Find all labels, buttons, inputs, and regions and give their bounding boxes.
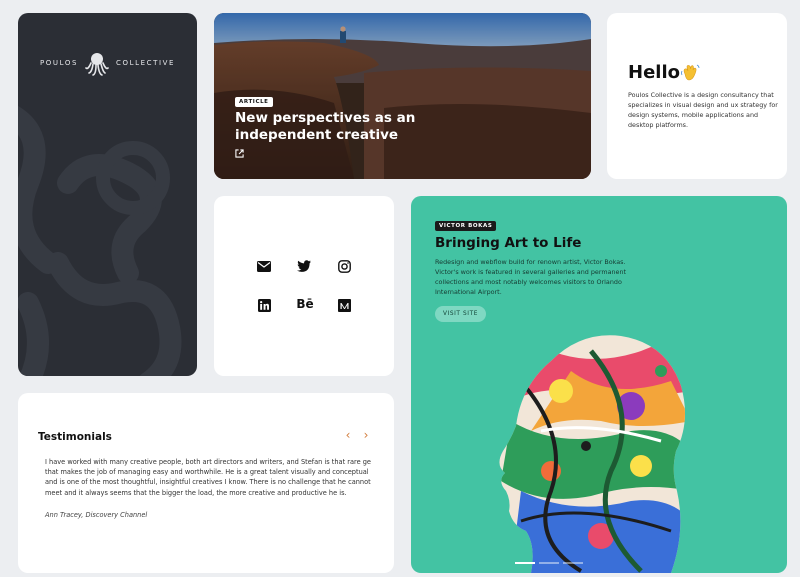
carousel-dot[interactable] [539,562,559,564]
article-tag: ARTICLE [235,97,273,107]
article-title[interactable]: New perspectives as an independent creat… [235,110,435,144]
hello-description: Poulos Collective is a design consultanc… [628,91,778,129]
brand-name-left: POULOS [39,59,78,67]
chevron-right-icon[interactable]: › [360,429,372,441]
mail-icon[interactable] [257,259,271,273]
waving-hand-icon [681,64,700,81]
carousel-dot[interactable] [563,562,583,564]
behance-icon[interactable]: Bē [296,297,314,311]
testimonial-quote: I have worked with many creative people,… [45,458,371,497]
chevron-left-icon[interactable]: ‹ [342,429,354,441]
linkedin-icon[interactable] [257,298,271,312]
hello-card: Hello Poulos Collective is a design cons… [607,13,787,179]
medium-icon[interactable] [337,298,351,312]
testimonials-card: Testimonials ‹ › I have worked with many… [18,393,394,573]
visit-site-button[interactable]: VISIT SITE [435,306,486,322]
victor-description: Redesign and webflow build for renown ar… [435,258,627,296]
twitter-icon[interactable] [297,259,311,273]
testimonial-author: Ann Tracey, Discovery Channel [45,511,148,519]
instagram-icon[interactable] [337,259,351,273]
carousel-indicators[interactable] [515,562,583,564]
victor-title: Bringing Art to Life [435,235,582,251]
carousel-dot[interactable] [515,562,535,564]
brand-card: POULOS COLLECTIVE [18,13,197,376]
hello-title: Hello [628,62,680,83]
social-card: Bē [214,196,394,376]
external-link-icon[interactable] [235,149,244,158]
brand-name-right: COLLECTIVE [116,59,176,67]
victor-bokas-card: VICTOR BOKAS Bringing Art to Life Redesi… [411,196,787,573]
victor-tag: VICTOR BOKAS [435,221,497,231]
canyon-photo [214,13,591,179]
octopus-watermark [18,106,182,376]
painted-head-artwork [499,335,686,573]
article-card[interactable]: ARTICLE New perspectives as an independe… [214,13,591,179]
testimonials-title: Testimonials [38,431,112,443]
